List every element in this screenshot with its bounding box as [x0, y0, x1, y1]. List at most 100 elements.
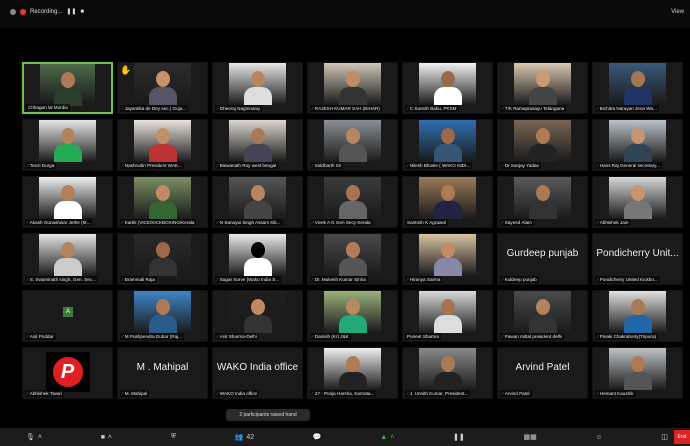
participant-name: Hans Raj General secretary...: [599, 163, 660, 168]
participant-tile[interactable]: ⁄ RAJESH KUMAR SAH (BIHAR): [307, 62, 398, 114]
muted-microphone-icon: ⁄: [407, 391, 408, 396]
participant-video: [336, 69, 370, 105]
share-screen-button[interactable]: ▲ ˄: [380, 434, 394, 441]
muted-microphone-icon: ⁄: [312, 163, 313, 168]
participant-tile[interactable]: ⁄ Sagar Surve (Wako India S...: [212, 233, 303, 285]
participant-tile[interactable]: ⁄ Nashrudin President WAK...: [117, 119, 208, 171]
participant-tile[interactable]: ⁄ Hemant Kaushik: [592, 347, 683, 399]
participant-tile[interactable]: ⁄ Vivek A G Gen Secy Kerala: [307, 176, 398, 228]
participant-tile[interactable]: A ⁄ Anil Poddar: [22, 290, 113, 342]
participant-tile[interactable]: ⁄ Brammali Raja: [117, 233, 208, 285]
muted-microphone-icon: ⁄: [122, 220, 123, 225]
participant-video: [241, 240, 275, 276]
participant-tile[interactable]: ✋ ⁄ Jayantika de Dey sec.) Guja...: [117, 62, 208, 114]
security-button[interactable]: ⛨: [171, 433, 176, 441]
participant-name: S. Swaminath singh, Gen. Sec...: [29, 277, 96, 282]
participant-tile[interactable]: ⁄ M Pushpendra Dubar (Raj...: [117, 290, 208, 342]
participant-tile[interactable]: WAKO India office ⁄ WAKO India office: [212, 347, 303, 399]
participant-name: Daniish (Kr) J&K: [314, 334, 349, 339]
participant-tile[interactable]: M . Mahipal ⁄ M. Mahipal: [117, 347, 208, 399]
stop-icon[interactable]: ■: [80, 9, 84, 15]
participant-tile[interactable]: ⁄ Nilesh Bhosle ( WAKO INDI...: [402, 119, 493, 171]
participant-name-label: ⁄ Siddharth Sir: [310, 162, 344, 169]
participant-tile[interactable]: ⁄ Siddharth Sir: [307, 119, 398, 171]
mute-button[interactable]: 🎙 ˄: [26, 433, 42, 442]
record-button[interactable]: ❚❚: [453, 433, 465, 441]
participant-tile[interactable]: ⁄ Hans Raj General secretary...: [592, 119, 683, 171]
raised-hand-notice[interactable]: 2 participants raised hand: [226, 409, 310, 421]
avatar-initial: A: [63, 307, 73, 317]
participant-tile[interactable]: ⁄ Dr. Mukesh Kumar Sinha: [307, 233, 398, 285]
participant-name-label: ⁄ Jayantika de Dey sec.) Guja...: [120, 105, 189, 112]
end-meeting-button[interactable]: End: [674, 430, 690, 444]
participant-tile[interactable]: ⁄ J. Unnith Kumar, President...: [402, 347, 493, 399]
participant-video: [526, 183, 560, 219]
participant-name-label: ⁄ Dr. Mukesh Kumar Sinha: [310, 276, 368, 283]
person-head: [440, 185, 455, 201]
muted-microphone-icon: ⁄: [407, 163, 408, 168]
person-torso: [53, 144, 82, 162]
participant-name-label: ⁄ Hemant Kaushik: [595, 390, 636, 397]
muted-microphone-icon: ⁄: [217, 277, 218, 282]
person-torso: [623, 315, 652, 333]
participant-tile[interactable]: ⁄ Daniish (Kr) J&K: [307, 290, 398, 342]
logo-letter: P: [52, 357, 83, 387]
muted-microphone-icon: ⁄: [597, 163, 598, 168]
participant-tile[interactable]: ⁄ 27 - Pooja Harsha, Karnata...: [307, 347, 398, 399]
person-head: [345, 185, 360, 201]
muted-microphone-icon: ⁄: [122, 106, 123, 111]
person-torso: [433, 144, 462, 162]
person-torso: [623, 372, 652, 390]
participants-button[interactable]: 👥 42: [235, 433, 255, 442]
participant-tile[interactable]: Puneet Sharma: [402, 290, 493, 342]
participant-tile[interactable]: ⁄ Bichitra Narayan Jena Wa...: [592, 62, 683, 114]
muted-microphone-icon: ⁄: [217, 220, 218, 225]
person-torso: [148, 315, 177, 333]
participant-name-label: ⁄ Brammali Raja: [120, 276, 157, 283]
participant-name-label: ⁄ Pawan mittal president delhi: [500, 333, 565, 340]
participant-tile[interactable]: ⁄ Pawan mittal president delhi: [497, 290, 588, 342]
view-button[interactable]: View: [671, 9, 684, 15]
participant-tile[interactable]: ⁄ Akash Gunashwar Jethe (M...: [22, 176, 113, 228]
participant-name: N Sanayai Singh Assam Kik...: [219, 220, 281, 225]
participant-tile[interactable]: Pondicherry Unit... ⁄ Pondicherry United K…: [592, 233, 683, 285]
participant-tile[interactable]: ⁄ Sayeed Alam: [497, 176, 588, 228]
apps-icon: ◫: [661, 434, 668, 441]
participant-name: Tenzi Durga: [29, 163, 55, 168]
participant-tile[interactable]: P ⁄ Abhishek Tiwari: [22, 347, 113, 399]
participant-tile[interactable]: Arvind Patel ⁄ Arvind Patel: [497, 347, 588, 399]
reactions-button[interactable]: ☺: [595, 434, 602, 441]
participant-tile[interactable]: ⁄ Hiranya Sarma: [402, 233, 493, 285]
participant-name-label: ⁄ Kuldeep punjab: [500, 276, 539, 283]
person-torso: [53, 201, 82, 219]
participant-name-label: ⁄ T/K Ramaprasayu Telangana: [500, 105, 567, 112]
participant-tile[interactable]: ⁄ S. Swaminath singh, Gen. Sec...: [22, 233, 113, 285]
participant-tile[interactable]: ⁄ T/K Ramaprasayu Telangana: [497, 62, 588, 114]
video-button[interactable]: ■ ˄: [101, 434, 112, 441]
participant-tile[interactable]: ⁄ Pinaki Chakraborty(Tripura): [592, 290, 683, 342]
participant-tile[interactable]: ⁄ C Suresh Babu, PKSM: [402, 62, 493, 114]
participant-tile[interactable]: ⁄ N Sanayai Singh Assam Kik...: [212, 176, 303, 228]
participant-name: Bichitra Narayan Jena Wa...: [599, 106, 657, 111]
participant-tile[interactable]: ⁄ Abhishek Jain: [592, 176, 683, 228]
participant-tile[interactable]: Santosh K Agrawal: [402, 176, 493, 228]
participant-tile[interactable]: ⁄ Anil Sharma-Delhi: [212, 290, 303, 342]
muted-microphone-icon: ⁄: [122, 334, 123, 339]
apps-button[interactable]: ◫: [661, 433, 668, 441]
participant-video: [51, 183, 85, 219]
participant-tile[interactable]: Gurdeep punjab ⁄ Kuldeep punjab: [497, 233, 588, 285]
pause-icon[interactable]: ❚❚: [66, 8, 76, 15]
person-head: [155, 128, 170, 144]
participant-name-label: ⁄ Nilesh Bhosle ( WAKO INDI...: [405, 162, 473, 169]
participant-tile[interactable]: ⁄ Tenzi Durga: [22, 119, 113, 171]
participant-name: M Pushpendra Dubar (Raj...: [124, 334, 182, 339]
participant-tile[interactable]: ⁄ Dr Sanjay Yadav: [497, 119, 588, 171]
chat-button[interactable]: 💬: [313, 433, 322, 441]
muted-microphone-icon: ⁄: [312, 391, 313, 396]
breakout-button[interactable]: ▦▦: [523, 433, 536, 441]
participant-tile[interactable]: ⁄ Biswanath Roy west bengal: [212, 119, 303, 171]
participant-tile[interactable]: ⁄ Kartik (VICE/KICKBOXING/Kerala: [117, 176, 208, 228]
recording-indicator[interactable]: Recording... ❚❚ ■: [10, 8, 84, 15]
participant-tile[interactable]: Chhagan lal Murdia: [22, 62, 113, 114]
participant-tile[interactable]: ⁄ Dheeraj Nagmnaraj: [212, 62, 303, 114]
